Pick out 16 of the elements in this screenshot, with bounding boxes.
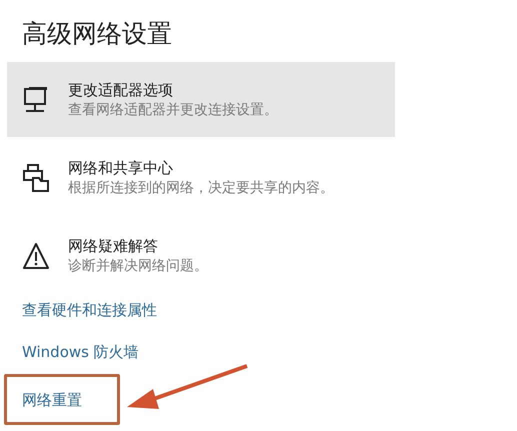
- item-description: 查看网络适配器并更改连接设置。: [68, 100, 278, 120]
- printer-folder-icon: [22, 164, 50, 192]
- page-title: 高级网络设置: [21, 18, 173, 50]
- settings-link[interactable]: 网络重置: [7, 391, 82, 409]
- settings-link[interactable]: 查看硬件和连接属性: [7, 300, 157, 320]
- warning-icon: [22, 242, 50, 270]
- settings-link[interactable]: Windows 防火墙: [7, 342, 139, 362]
- item-description: 诊断并解决网络问题。: [68, 256, 208, 276]
- item-title: 网络疑难解答: [68, 236, 159, 256]
- item-description: 根据所连接到的网络，决定要共享的内容。: [68, 178, 334, 198]
- monitor-icon: [22, 86, 50, 114]
- settings-item[interactable]: 网络和共享中心 根据所连接到的网络，决定要共享的内容。: [7, 140, 395, 215]
- settings-item[interactable]: 更改适配器选项 查看网络适配器并更改连接设置。: [7, 62, 395, 137]
- settings-item[interactable]: 网络疑难解答 诊断并解决网络问题。: [7, 218, 395, 293]
- item-title: 更改适配器选项: [68, 80, 174, 100]
- item-title: 网络和共享中心: [68, 158, 174, 178]
